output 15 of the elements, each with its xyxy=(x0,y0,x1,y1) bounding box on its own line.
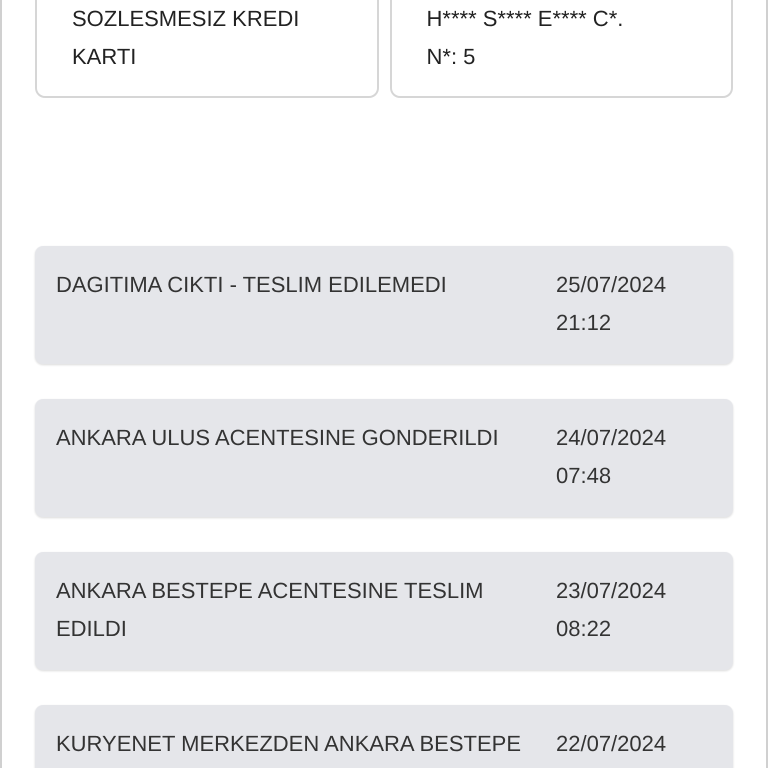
event-status: ANKARA ULUS ACENTESINE GONDERILDI xyxy=(56,424,500,452)
event-date: 24/07/2024 xyxy=(556,424,668,452)
event-status: KURYENET MERKEZDEN ANKARA BESTEPE xyxy=(56,730,522,758)
event-date: 22/07/2024 xyxy=(556,730,668,758)
event-time: 21:12 xyxy=(556,309,612,337)
event-date: 25/07/2024 xyxy=(556,271,668,299)
event-time: 07:48 xyxy=(556,462,612,490)
info-text: KARTI xyxy=(72,43,138,71)
event-status: DAGITIMA CIKTI - TESLIM EDILEMEDI xyxy=(56,271,448,299)
event-date: 23/07/2024 xyxy=(556,577,668,605)
event-status: ANKARA BESTEPE ACENTESINE TESLIM EDILDI xyxy=(56,577,485,643)
event-time: 08:22 xyxy=(556,615,612,643)
info-text: N*: 5 xyxy=(426,43,476,71)
info-text: SOZLESMESIZ KREDI xyxy=(72,5,300,33)
info-text: H**** S**** E**** C*. xyxy=(426,5,624,33)
